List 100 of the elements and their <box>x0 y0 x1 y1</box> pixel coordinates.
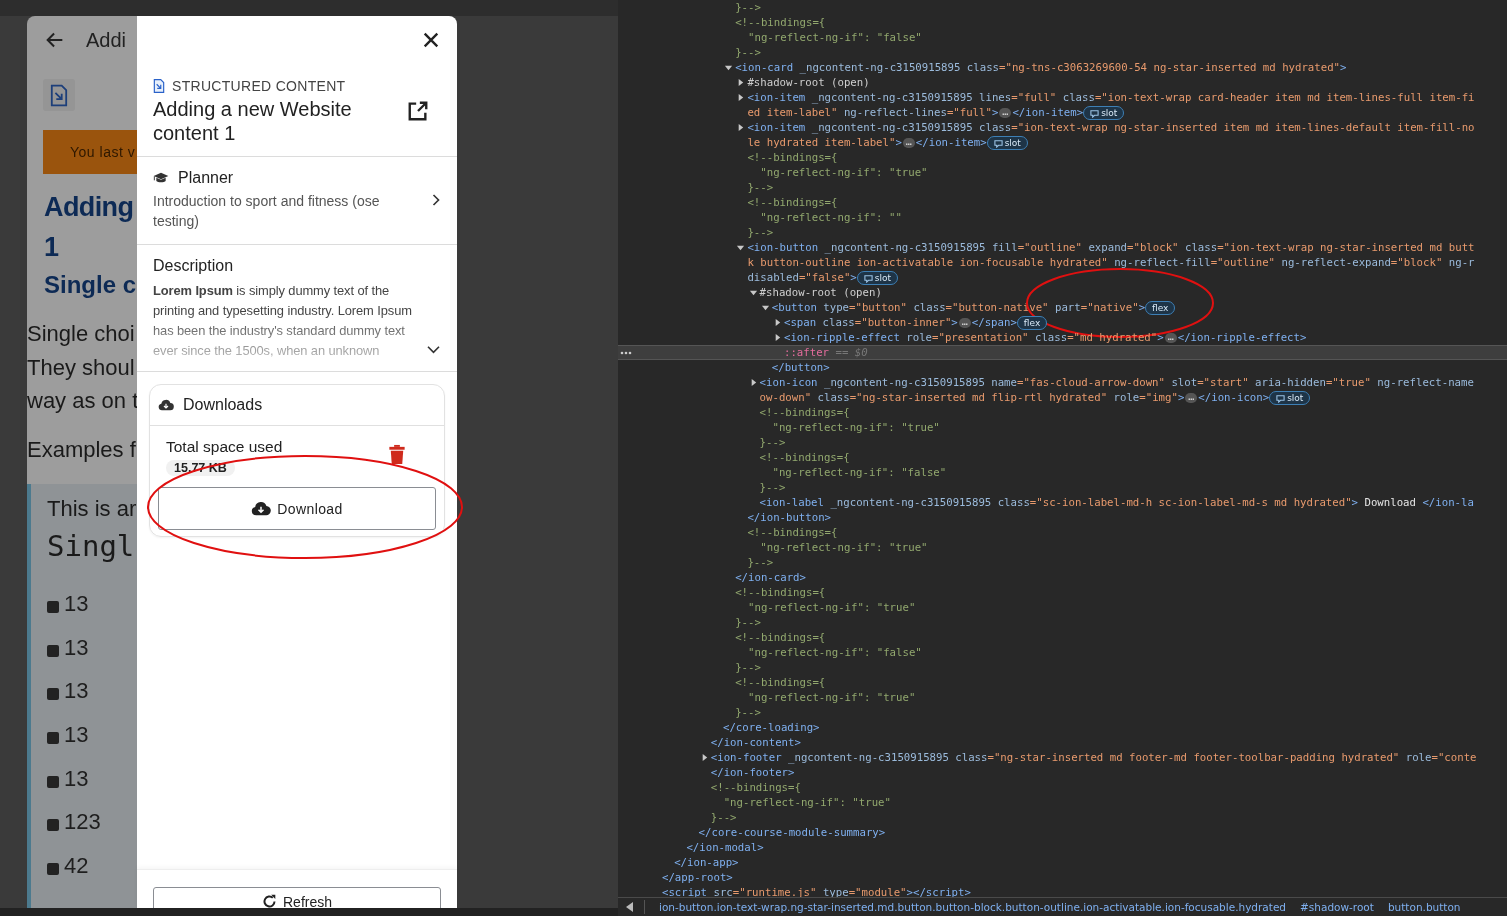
breadcrumb-link[interactable]: button.button <box>1387 901 1461 913</box>
tree-row[interactable]: <!--bindings={ "ng-reflect-ng-if": "true" }--> <box>618 525 1507 570</box>
module-type-label: STRUCTURED CONTENT <box>172 78 346 94</box>
markup-text: <span class="button-inner"> <box>784 316 958 329</box>
bullet-icon <box>47 775 59 788</box>
expand-toggle[interactable] <box>773 318 782 327</box>
expand-ellipsis[interactable]: … <box>1164 333 1177 343</box>
markup-text: #shadow-root (open) <box>759 286 882 299</box>
paragraph-text: They shoul <box>27 353 136 382</box>
tree-row[interactable]: #shadow-root (open) <box>618 75 1507 90</box>
bullet-icon <box>47 731 59 744</box>
tree-row[interactable]: <ion-icon _ngcontent-ng-c3150915895 name="fas-cloud-arrow-down" slot="start" aria-hidden="true" ng-reflect-name ow-down" class="ng-star-inserted md flip-rtl hydrated" role="img"> … </ion-icon> slot <box>618 375 1507 405</box>
document-icon <box>50 83 68 107</box>
tree-row[interactable]: <ion-footer _ngcontent-ng-c3150915895 class="ng-star-inserted md footer-md footer-toolbar-padding hydrated" role="conte <box>618 750 1507 765</box>
tree-row[interactable]: <ion-item _ngcontent-ng-c3150915895 class="ion-text-wrap ng-star-inserted item md item-lines-default item-fill-no le hydrated item-label"> … </ion-item> slot <box>618 120 1507 150</box>
refresh-button[interactable]: Refresh <box>153 887 441 908</box>
more-icon[interactable] <box>620 351 632 355</box>
breadcrumb-link[interactable]: ion-button.ion-text-wrap.ng-star-inserted.md.button.button-block.button-outline.ion-activatable.ion-focusable.hydrated <box>659 901 1287 913</box>
expand-ellipsis[interactable]: … <box>1185 393 1198 403</box>
markup-text: <ion-icon _ngcontent-ng-c3150915895 name="fas-cloud-arrow-down" slot="start" aria-hidden="true" ng-reflect-name <box>759 376 1474 389</box>
tree-row[interactable]: <ion-item _ngcontent-ng-c3150915895 lines="full" class="ion-text-wrap card-header item md item-lines-full item-fi ed item-label" ng-reflect-lines="full"> … </ion-item> slot <box>618 90 1507 120</box>
expand-toggle[interactable] <box>748 288 758 297</box>
chevron-down-icon[interactable] <box>426 344 441 355</box>
tree-row[interactable]: <span class="button-inner"> … </span> flex <box>618 315 1507 330</box>
space-used-label: Total space used <box>166 438 283 456</box>
breadcrumb-link[interactable]: #shadow-root <box>1300 901 1374 913</box>
markup-text: </span> <box>971 316 1017 329</box>
expand-toggle[interactable] <box>760 303 770 312</box>
markup-text: ow-down" class="ng-star-inserted md flip-rtl hydrated" role="img"> <box>759 391 1185 404</box>
bullet-icon <box>47 600 59 613</box>
slot-badge[interactable]: slot <box>986 136 1028 150</box>
markup-text: <ion-button _ngcontent-ng-c3150915895 fill="outline" expand="block" class="ion-text-wrap ng-star-inserted md butt <box>747 241 1475 254</box>
comment-text: <!--bindings={ "ng-reflect-ng-if": "true" }--> <box>735 586 916 629</box>
expand-toggle[interactable] <box>736 243 746 252</box>
comment-text: <!--bindings={ "ng-reflect-ng-if": "false" }--> <box>735 16 922 59</box>
module-title: Adding a new Website content 1 <box>153 97 353 145</box>
tree-row[interactable]: <ion-card _ngcontent-ng-c3150915895 class="ng-tns-c3063269600-54 ng-star-inserted md hydrated"> <box>618 60 1507 75</box>
layout-badge[interactable]: flex <box>1145 301 1176 315</box>
layout-badge[interactable]: flex <box>1016 316 1048 330</box>
tree-row[interactable]: <!--bindings={ "ng-reflect-ng-if": "true" }--> <box>618 150 1507 195</box>
tree-row[interactable]: <!--bindings={ "ng-reflect-ng-if": "true" }--> <box>618 585 1507 630</box>
markup-text: </button> <box>771 361 830 374</box>
external-link-icon[interactable] <box>407 100 429 122</box>
tree-row[interactable]: <!--bindings={ "ng-reflect-ng-if": "false" }--> <box>618 630 1507 675</box>
tree-row[interactable]: <!--bindings={ "ng-reflect-ng-if": "true" }--> <box>618 780 1507 825</box>
comment-text: <!--bindings={ "ng-reflect-ng-if": "" }--> <box>747 196 902 239</box>
tree-row[interactable]: <!--bindings={ "ng-reflect-ng-if": "true" }--> <box>618 405 1507 450</box>
markup-text: </ion-item> <box>1012 106 1084 119</box>
course-link[interactable]: Planner Introduction to sport and fitness (ose testing) <box>137 157 457 245</box>
markup-text: </app-root> <box>662 871 733 884</box>
tree-row[interactable]: <ion-label _ngcontent-ng-c3150915895 class="sc-ion-label-md-h sc-ion-label-md-s md hydrated"> Download </ion-la <box>618 495 1507 510</box>
expand-ellipsis[interactable]: … <box>958 318 971 328</box>
expand-toggle[interactable] <box>773 333 782 342</box>
expand-ellipsis[interactable]: … <box>999 108 1012 118</box>
markup-text: </ion-modal> <box>686 841 764 854</box>
list-item-text: 13 <box>64 590 89 617</box>
comment-text: <!--bindings={ "ng-reflect-ng-if": "true" }--> <box>710 781 891 824</box>
comment-text: <!--bindings={ "ng-reflect-ng-if": "true" }--> <box>759 406 940 449</box>
description-label: Description <box>153 257 235 275</box>
list-item-text: 13 <box>64 634 89 661</box>
tree-row[interactable]: <!--bindings={ "ng-reflect-ng-if": "true" }--> <box>618 675 1507 720</box>
markup-text: #shadow-root (open) <box>747 76 870 89</box>
bullet-icon <box>47 688 59 701</box>
page-heading: 1 <box>44 231 60 264</box>
course-name: Introduction to sport and fitness (ose testing) <box>153 192 381 231</box>
expand-toggle[interactable] <box>724 63 734 72</box>
markup-text: <ion-card _ngcontent-ng-c3150915895 class="ng-tns-c3063269600-54 ng-star-inserted md hydrated"> <box>735 61 1347 74</box>
download-button[interactable]: Download <box>158 487 436 530</box>
markup-text: k button-outline ion-activatable ion-focusable hydrated" ng-reflect-fill="outline" ng-reflect-expand="block" ng-r <box>747 256 1475 269</box>
list-item-text: 42 <box>64 852 89 879</box>
slot-badge[interactable]: slot <box>856 271 899 285</box>
slot-badge[interactable]: slot <box>1083 106 1125 120</box>
refresh-icon <box>262 894 277 908</box>
last-viewed-banner: You last v <box>43 130 137 174</box>
close-icon[interactable] <box>422 31 440 49</box>
markup-text: </ion-icon> <box>1198 391 1270 404</box>
tree-row[interactable]: <!--bindings={ "ng-reflect-ng-if": "false" }--> <box>618 15 1507 60</box>
markup-text: <ion-item _ngcontent-ng-c3150915895 lines="full" class="ion-text-wrap card-header item md item-lines-full item-fi <box>747 91 1475 104</box>
bullet-icon <box>47 862 59 875</box>
markup-text: <ion-item _ngcontent-ng-c3150915895 class="ion-text-wrap ng-star-inserted item md item-lines-default item-fill-no <box>747 121 1475 134</box>
tree-row[interactable]: #shadow-root (open) <box>618 285 1507 300</box>
expand-toggle[interactable] <box>736 123 746 132</box>
slot-badge[interactable]: slot <box>1269 391 1311 405</box>
tree-row[interactable]: <!--bindings={ "ng-reflect-ng-if": "false" }--> <box>618 450 1507 495</box>
bullet-icon <box>47 644 59 657</box>
comment-text: <!--bindings={ "ng-reflect-ng-if": "true" }--> <box>735 676 916 719</box>
pseudo-element-text: ::after == $0 <box>784 346 868 359</box>
tree-row[interactable]: ::after == $0 <box>618 345 1507 360</box>
expand-toggle[interactable] <box>736 78 746 87</box>
bullet-icon <box>47 819 59 832</box>
comment-text: <!--bindings={ "ng-reflect-ng-if": "false" }--> <box>735 631 922 674</box>
tree-row[interactable]: <!--bindings={ "ng-reflect-ng-if": "" }--> <box>618 195 1507 240</box>
tree-row[interactable]: }--> <box>618 0 1507 15</box>
expand-ellipsis[interactable]: … <box>902 138 915 148</box>
markup-text: </ion-item> <box>915 136 987 149</box>
trash-icon[interactable] <box>388 444 406 465</box>
page-heading: Adding <box>44 191 135 224</box>
chevron-right-icon <box>431 193 441 207</box>
page-title: Addi <box>86 28 127 52</box>
expand-toggle[interactable] <box>736 93 746 102</box>
